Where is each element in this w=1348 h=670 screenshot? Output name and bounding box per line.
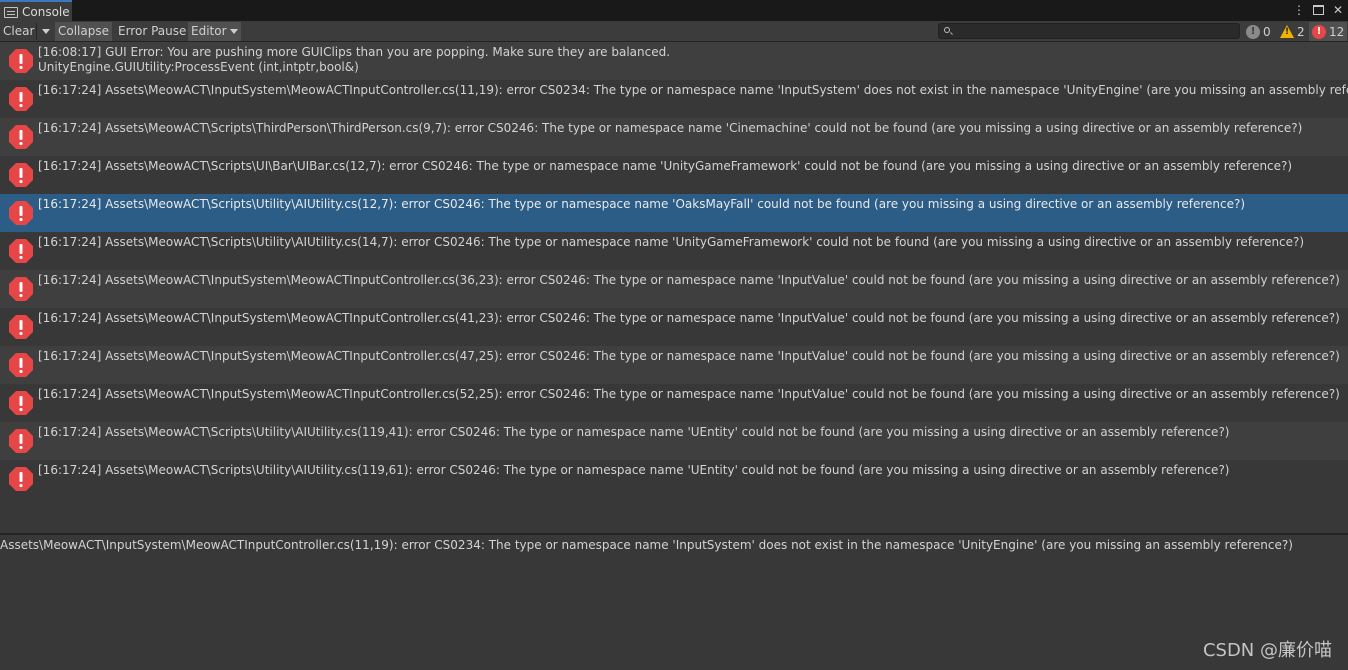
log-entry-text: [16:17:24] Assets\MeowACT\InputSystem\Me… (38, 311, 1340, 326)
log-entry-message: [16:17:24] Assets\MeowACT\InputSystem\Me… (38, 349, 1340, 363)
log-entry[interactable]: [16:17:24] Assets\MeowACT\Scripts\ThirdP… (0, 118, 1348, 156)
log-entry-message: [16:17:24] Assets\MeowACT\InputSystem\Me… (38, 311, 1340, 325)
log-entry-message: [16:17:24] Assets\MeowACT\Scripts\Utilit… (38, 197, 1246, 211)
search-box[interactable] (938, 23, 1240, 39)
log-entry-text: [16:08:17] GUI Error: You are pushing mo… (38, 45, 1338, 75)
error-icon (9, 315, 33, 339)
log-entry-message: [16:17:24] Assets\MeowACT\InputSystem\Me… (38, 83, 1348, 97)
log-entry[interactable]: [16:17:24] Assets\MeowACT\InputSystem\Me… (0, 80, 1348, 118)
log-entry[interactable]: [16:17:24] Assets\MeowACT\Scripts\Utilit… (0, 460, 1348, 498)
log-entry-text: [16:17:24] Assets\MeowACT\InputSystem\Me… (38, 273, 1340, 288)
warning-icon (1280, 25, 1294, 38)
console-toolbar: Clear Collapse Error Pause Editor ! 0 2 … (0, 21, 1348, 42)
error-icon (9, 125, 33, 149)
watermark: CSDN @廉价喵 (1202, 640, 1332, 661)
log-detail-text[interactable]: Assets\MeowACT\InputSystem\MeowACTInputC… (0, 538, 1293, 553)
chevron-down-icon (42, 29, 50, 34)
log-list[interactable]: [16:08:17] GUI Error: You are pushing mo… (0, 42, 1348, 533)
info-count: 0 (1263, 24, 1271, 39)
error-count-toggle[interactable]: ! 12 (1309, 22, 1348, 41)
search-input[interactable] (955, 24, 1235, 38)
log-entry-text: [16:17:24] Assets\MeowACT\Scripts\Utilit… (38, 197, 1338, 212)
log-entry[interactable]: [16:08:17] GUI Error: You are pushing mo… (0, 42, 1348, 80)
error-icon (9, 467, 33, 491)
log-entry[interactable]: [16:17:24] Assets\MeowACT\InputSystem\Me… (0, 384, 1348, 422)
error-icon (9, 277, 33, 301)
log-entry-text: [16:17:24] Assets\MeowACT\Scripts\ThirdP… (38, 121, 1338, 136)
more-options-icon[interactable]: ⋮ (1293, 2, 1305, 18)
editor-dropdown-label: Editor (191, 24, 227, 38)
clear-options-dropdown[interactable] (37, 22, 53, 41)
log-entry-text: [16:17:24] Assets\MeowACT\Scripts\UI\Bar… (38, 159, 1338, 174)
log-entry-message: [16:17:24] Assets\MeowACT\Scripts\UI\Bar… (38, 159, 1293, 173)
log-entry[interactable]: [16:17:24] Assets\MeowACT\Scripts\Utilit… (0, 232, 1348, 270)
log-entry[interactable]: [16:17:24] Assets\MeowACT\Scripts\UI\Bar… (0, 156, 1348, 194)
error-icon (9, 49, 33, 73)
log-entry-text: [16:17:24] Assets\MeowACT\Scripts\Utilit… (38, 463, 1338, 478)
log-entry-message: [16:17:24] Assets\MeowACT\Scripts\Utilit… (38, 463, 1230, 477)
tab-console-label: Console (22, 5, 70, 19)
clear-button[interactable]: Clear (0, 22, 37, 41)
log-entry-message: [16:17:24] Assets\MeowACT\Scripts\Utilit… (38, 425, 1230, 439)
tab-console[interactable]: Console (0, 0, 72, 22)
collapse-toggle[interactable]: Collapse (55, 22, 112, 41)
log-entry-message: [16:17:24] Assets\MeowACT\Scripts\ThirdP… (38, 121, 1303, 135)
log-entry-text: [16:17:24] Assets\MeowACT\InputSystem\Me… (38, 387, 1340, 402)
maximize-icon[interactable] (1313, 5, 1324, 15)
error-icon (9, 87, 33, 111)
error-icon (9, 429, 33, 453)
log-entry[interactable]: [16:17:24] Assets\MeowACT\Scripts\Utilit… (0, 422, 1348, 460)
warning-count: 2 (1297, 24, 1305, 39)
log-entry-text: [16:17:24] Assets\MeowACT\InputSystem\Me… (38, 349, 1340, 364)
close-icon[interactable]: ✕ (1332, 2, 1344, 18)
error-count: 12 (1329, 24, 1345, 39)
log-entry[interactable]: [16:17:24] Assets\MeowACT\InputSystem\Me… (0, 308, 1348, 346)
error-icon (9, 353, 33, 377)
error-pause-toggle[interactable]: Error Pause (115, 22, 189, 41)
error-icon (9, 201, 33, 225)
log-entry-message: [16:17:24] Assets\MeowACT\Scripts\Utilit… (38, 235, 1305, 249)
error-icon (9, 239, 33, 263)
window-tab-bar: Console ⋮ ✕ (0, 0, 1348, 22)
log-entry[interactable]: [16:17:24] Assets\MeowACT\InputSystem\Me… (0, 346, 1348, 384)
error-icon: ! (1312, 24, 1326, 39)
error-icon (9, 163, 33, 187)
log-entry-message: [16:17:24] Assets\MeowACT\InputSystem\Me… (38, 273, 1340, 287)
log-entry-text: [16:17:24] Assets\MeowACT\InputSystem\Me… (38, 83, 1348, 98)
info-icon: ! (1246, 24, 1260, 39)
editor-dropdown[interactable]: Editor (188, 22, 241, 41)
chevron-down-icon (229, 29, 238, 34)
log-entry-message: [16:17:24] Assets\MeowACT\InputSystem\Me… (38, 387, 1340, 401)
console-icon (4, 6, 18, 18)
log-entry-stacktrace: UnityEngine.GUIUtility:ProcessEvent (int… (38, 60, 359, 74)
log-entry-message: [16:08:17] GUI Error: You are pushing mo… (38, 45, 671, 59)
info-count-toggle[interactable]: ! 0 (1243, 22, 1274, 41)
log-entry[interactable]: [16:17:24] Assets\MeowACT\InputSystem\Me… (0, 270, 1348, 308)
search-icon (944, 27, 950, 33)
log-detail-pane[interactable]: Assets\MeowACT\InputSystem\MeowACTInputC… (0, 535, 1348, 670)
log-entry-text: [16:17:24] Assets\MeowACT\Scripts\Utilit… (38, 425, 1338, 440)
log-entry[interactable]: [16:17:24] Assets\MeowACT\Scripts\Utilit… (0, 194, 1348, 232)
log-entry-text: [16:17:24] Assets\MeowACT\Scripts\Utilit… (38, 235, 1338, 250)
error-icon (9, 391, 33, 415)
warning-count-toggle[interactable]: 2 (1277, 22, 1308, 41)
window-controls: ⋮ ✕ (1293, 2, 1344, 18)
